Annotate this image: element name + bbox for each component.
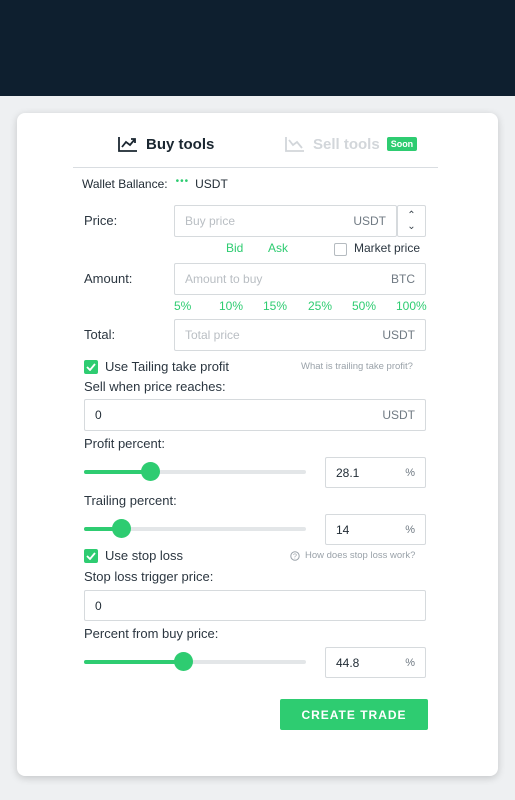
amount-pct-15[interactable]: 15% bbox=[263, 299, 287, 313]
percent-from-buy-label: Percent from buy price: bbox=[84, 626, 219, 641]
profit-percent-input[interactable]: 28.1 % bbox=[325, 457, 426, 488]
chart-down-icon bbox=[285, 137, 304, 152]
wallet-currency: USDT bbox=[195, 177, 228, 191]
price-label: Price: bbox=[84, 213, 118, 228]
amount-unit: BTC bbox=[391, 272, 415, 286]
trailing-tp-label: Use Tailing take profit bbox=[105, 359, 230, 374]
trailing-percent-input[interactable]: 14 % bbox=[325, 514, 426, 545]
profit-percent-unit: % bbox=[405, 466, 415, 479]
soon-badge: Soon bbox=[386, 137, 418, 151]
stop-loss-label: Use stop loss bbox=[105, 548, 184, 563]
percent-from-buy-input[interactable]: 44.8 % bbox=[325, 647, 426, 678]
chevron-up-icon[interactable]: ⌃ bbox=[407, 210, 415, 221]
price-input[interactable]: Buy price USDT bbox=[174, 205, 397, 237]
tab-sell-tools[interactable]: Sell tools Soon bbox=[285, 133, 418, 155]
price-stepper[interactable]: ⌃ ⌄ bbox=[397, 205, 426, 237]
sell-when-value: 0 bbox=[95, 408, 102, 422]
profit-slider-handle[interactable] bbox=[141, 462, 161, 481]
stop-loss-trigger-label: Stop loss trigger price: bbox=[84, 569, 214, 584]
percent-from-buy-value: 44.8 bbox=[336, 655, 360, 670]
total-placeholder: Total price bbox=[185, 328, 240, 342]
bid-link[interactable]: Bid bbox=[226, 241, 243, 255]
tab-buy-label: Buy tools bbox=[146, 135, 215, 153]
wallet-loading-dots: ••• bbox=[175, 175, 190, 187]
trailing-percent-value: 14 bbox=[336, 522, 350, 537]
total-label: Total: bbox=[84, 327, 116, 342]
sell-when-unit: USDT bbox=[382, 408, 415, 422]
ask-link[interactable]: Ask bbox=[268, 241, 288, 255]
trailing-tp-checkbox[interactable] bbox=[84, 360, 98, 374]
help-circle-icon: ? bbox=[290, 550, 300, 561]
tabs-divider bbox=[73, 167, 438, 168]
chart-up-icon bbox=[118, 137, 137, 152]
tab-sell-label: Sell tools bbox=[313, 135, 380, 153]
top-header-bar bbox=[0, 0, 515, 96]
trailing-tp-help-link[interactable]: What is trailing take profit? bbox=[301, 361, 413, 372]
amount-pct-50[interactable]: 50% bbox=[352, 299, 376, 313]
checkmark-icon bbox=[86, 552, 96, 560]
percent-from-buy-unit: % bbox=[405, 656, 415, 669]
profit-percent-label: Profit percent: bbox=[84, 436, 165, 451]
stop-loss-help-text: How does stop loss work? bbox=[305, 550, 416, 561]
amount-label: Amount: bbox=[84, 271, 133, 286]
amount-placeholder: Amount to buy bbox=[185, 272, 263, 286]
profit-percent-value: 28.1 bbox=[336, 465, 360, 480]
amount-input[interactable]: Amount to buy BTC bbox=[174, 263, 426, 295]
sell-when-label: Sell when price reaches: bbox=[84, 379, 226, 394]
amount-pct-5[interactable]: 5% bbox=[174, 299, 191, 313]
stop-loss-checkbox[interactable] bbox=[84, 549, 98, 563]
market-price-checkbox[interactable] bbox=[334, 243, 347, 256]
stop-loss-trigger-input[interactable]: 0 bbox=[84, 590, 426, 621]
total-unit: USDT bbox=[382, 328, 415, 342]
sell-when-input[interactable]: 0 USDT bbox=[84, 399, 426, 431]
create-trade-button[interactable]: CREATE TRADE bbox=[280, 699, 428, 730]
market-price-label: Market price bbox=[354, 241, 421, 255]
stop-loss-help-link[interactable]: ? How does stop loss work? bbox=[290, 550, 415, 561]
stop-loss-trigger-value: 0 bbox=[95, 598, 102, 613]
price-placeholder: Buy price bbox=[185, 214, 236, 228]
wallet-balance: Wallet Ballance: ••• USDT bbox=[82, 175, 228, 192]
trailing-percent-label: Trailing percent: bbox=[84, 493, 177, 508]
wallet-label: Wallet Ballance: bbox=[82, 177, 168, 191]
price-unit: USDT bbox=[353, 214, 386, 228]
svg-text:?: ? bbox=[293, 553, 297, 560]
total-input[interactable]: Total price USDT bbox=[174, 319, 426, 351]
trailing-percent-unit: % bbox=[405, 523, 415, 536]
amount-pct-100[interactable]: 100% bbox=[396, 299, 427, 313]
stop-loss-slider-fill bbox=[84, 660, 184, 664]
chevron-down-icon[interactable]: ⌄ bbox=[407, 221, 415, 232]
amount-pct-25[interactable]: 25% bbox=[308, 299, 332, 313]
checkmark-icon bbox=[86, 363, 96, 371]
amount-pct-10[interactable]: 10% bbox=[219, 299, 243, 313]
tab-buy-tools[interactable]: Buy tools bbox=[118, 133, 214, 155]
